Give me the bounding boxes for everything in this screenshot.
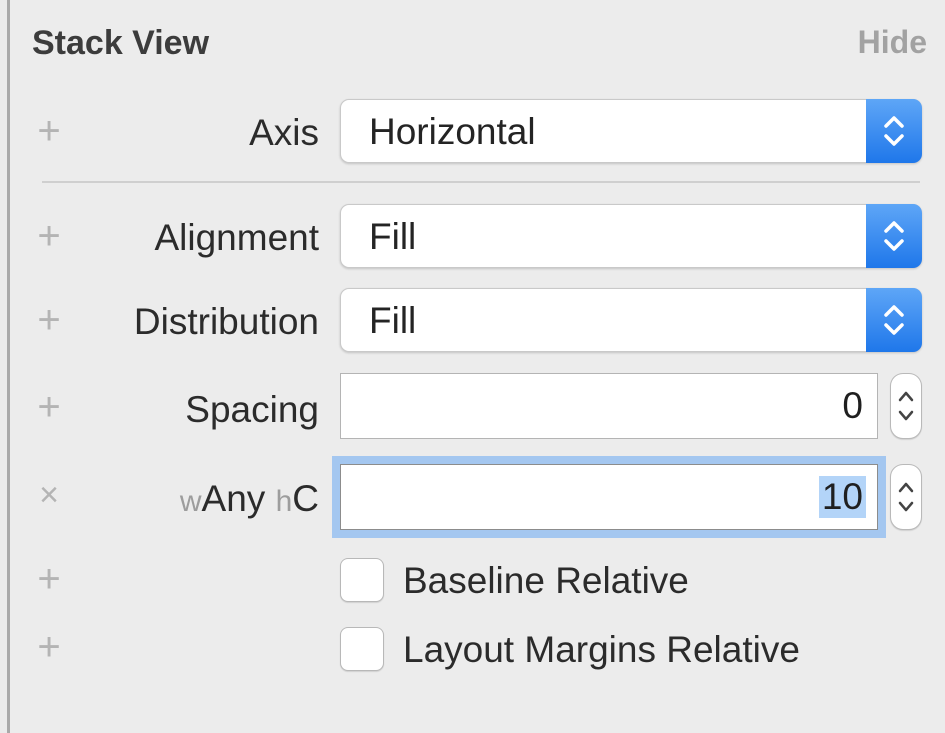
remove-variation-close-icon[interactable]: ×: [32, 478, 66, 512]
spacing-field[interactable]: 0: [340, 373, 878, 439]
width-class-value: Any: [201, 478, 266, 519]
stack-view-inspector: Stack View Hide + Axis Horizontal + Alig…: [7, 0, 945, 733]
spacing-variation-stepper[interactable]: [890, 464, 922, 530]
width-class-prefix: w: [179, 485, 202, 518]
spacing-variation-value: 10: [818, 476, 866, 518]
add-alignment-variation-plus-icon[interactable]: +: [32, 216, 66, 256]
alignment-popup[interactable]: Fill: [340, 204, 922, 268]
alignment-label: Alignment: [154, 217, 319, 258]
add-axis-variation-plus-icon[interactable]: +: [32, 111, 66, 151]
axis-value: Horizontal: [369, 111, 536, 152]
spacing-value: 0: [842, 385, 863, 426]
up-down-arrows-icon: [866, 288, 922, 352]
hide-button[interactable]: Hide: [858, 24, 927, 61]
baseline-relative-checkbox[interactable]: [340, 558, 384, 602]
section-title: Stack View: [32, 24, 210, 62]
spacing-label: Spacing: [185, 389, 319, 430]
axis-popup[interactable]: Horizontal: [340, 99, 922, 163]
add-distribution-variation-plus-icon[interactable]: +: [32, 300, 66, 340]
spacing-variation-field[interactable]: 10: [340, 464, 878, 530]
up-down-arrows-icon: [866, 99, 922, 163]
add-baseline-variation-plus-icon[interactable]: +: [32, 559, 66, 599]
layout-margins-relative-checkbox[interactable]: [340, 627, 384, 671]
layout-margins-relative-label[interactable]: Layout Margins Relative: [403, 629, 800, 671]
distribution-value: Fill: [369, 300, 417, 341]
height-class-prefix: h: [275, 485, 293, 518]
add-spacing-variation-plus-icon[interactable]: +: [32, 387, 66, 427]
size-class-label: wAny hC: [180, 478, 319, 520]
section-divider: [42, 181, 920, 183]
stepper-arrows-icon: [898, 391, 914, 421]
height-class-value: C: [292, 478, 319, 519]
alignment-value: Fill: [369, 216, 417, 257]
axis-label: Axis: [249, 112, 319, 153]
stepper-arrows-icon: [898, 482, 914, 512]
spacing-stepper[interactable]: [890, 373, 922, 439]
distribution-popup[interactable]: Fill: [340, 288, 922, 352]
baseline-relative-label[interactable]: Baseline Relative: [403, 560, 689, 602]
add-layout-margins-variation-plus-icon[interactable]: +: [32, 627, 66, 667]
distribution-label: Distribution: [133, 301, 319, 342]
up-down-arrows-icon: [866, 204, 922, 268]
